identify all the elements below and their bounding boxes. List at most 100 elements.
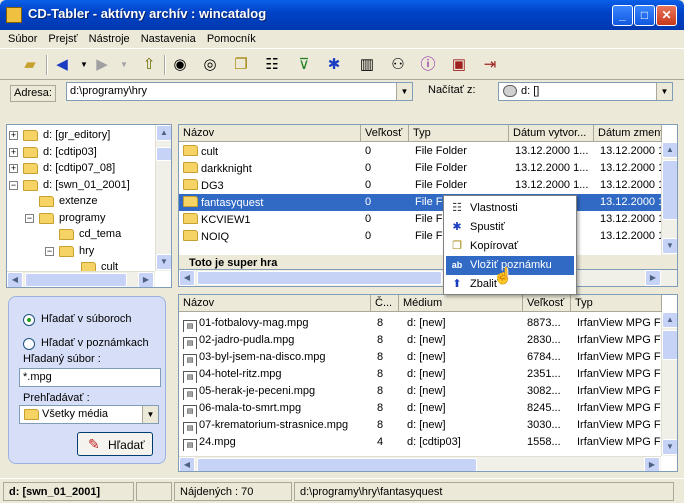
scroll-right-icon[interactable]: ▶ <box>645 270 661 286</box>
res-col-header-size[interactable]: Veľkosť <box>523 295 571 312</box>
properties-icon[interactable]: ☷ <box>260 53 284 77</box>
scroll-thumb[interactable] <box>197 458 477 471</box>
scroll-thumb[interactable] <box>197 271 442 285</box>
maximize-button[interactable]: □ <box>634 5 655 26</box>
collapse-icon[interactable]: − <box>45 246 54 256</box>
back-icon[interactable]: ◀ <box>50 53 74 77</box>
result-row[interactable]: ▤ 05-herak-je-peceni.mpg 8 d: [new] 3082... I… <box>179 383 661 400</box>
context-menu-item[interactable]: ❐ Kopírovať <box>446 237 574 256</box>
col-header-type[interactable]: Typ <box>409 125 509 142</box>
scroll-right-icon[interactable]: ▶ <box>138 272 154 287</box>
scroll-down-icon[interactable]: ▼ <box>156 254 171 270</box>
result-row[interactable]: ▤ 04-hotel-ritz.mpg 8 d: [new] 2351... IrfanV… <box>179 366 661 383</box>
collapse-icon[interactable]: − <box>25 213 34 223</box>
delete-icon[interactable]: ▥ <box>355 53 379 77</box>
folder-hscroll[interactable]: ◀ ▶ <box>178 270 678 287</box>
scroll-thumb[interactable] <box>25 273 127 287</box>
context-menu-item[interactable]: ✱ Spustiť <box>446 218 574 237</box>
scroll-thumb[interactable] <box>662 160 677 220</box>
scroll-thumb[interactable] <box>662 330 677 360</box>
folder-row[interactable]: cult 0 File Folder 13.12.2000 1... 13.12.200… <box>179 143 662 160</box>
exit-icon[interactable]: ⇥ <box>478 53 502 77</box>
address-combo[interactable]: d:\programy\hry ▼ <box>66 82 413 101</box>
radio-search-notes[interactable] <box>23 338 35 350</box>
radio-search-files[interactable] <box>23 314 35 326</box>
menu-subor[interactable]: Súbor <box>4 30 41 45</box>
tree-hscroll[interactable]: ◀ ▶ <box>7 271 155 287</box>
title-bar[interactable]: CD-Tabler - aktívny archív : wincatalog … <box>0 0 684 30</box>
result-row[interactable]: ▤ 01-fotbalovy-mag.mpg 8 d: [new] 8873... Irf… <box>179 315 661 332</box>
expand-icon[interactable]: + <box>9 131 18 140</box>
radio-search-files-label[interactable]: Hľadať v súboroch <box>41 313 132 325</box>
search-file-input[interactable]: *.mpg <box>19 368 161 387</box>
result-row[interactable]: ▤ 03-byl-jsem-na-disco.mpg 8 d: [new] 6784..… <box>179 349 661 366</box>
chevron-down-icon[interactable]: ▼ <box>656 83 672 100</box>
tree-item[interactable]: − d: [swn_01_2001] <box>7 177 155 194</box>
folder-row[interactable]: NOIQ0File Fo13.12.2000 1... <box>179 228 662 245</box>
tree-item[interactable]: cd_tema <box>7 226 155 243</box>
scroll-down-icon[interactable]: ▼ <box>662 439 677 455</box>
res-col-header-type[interactable]: Typ <box>571 295 662 312</box>
load-from-combo[interactable]: d: [] ▼ <box>498 82 673 101</box>
forward-dropdown-icon[interactable]: ▼ <box>112 53 136 77</box>
tree-item[interactable]: − hry <box>7 243 155 260</box>
col-header-created[interactable]: Dátum vytvor... <box>509 125 594 142</box>
browse-select[interactable]: Všetky média ▼ <box>19 405 159 424</box>
up-folder-icon[interactable]: ⇧ <box>137 53 161 77</box>
filter-icon[interactable]: ⊽ <box>292 53 316 77</box>
scroll-left-icon[interactable]: ◀ <box>179 270 195 286</box>
tree-item[interactable]: + d: [cdtip03] <box>7 144 155 161</box>
radio-search-notes-label[interactable]: Hľadať v poznámkach <box>41 337 149 349</box>
folder-tree[interactable]: + d: [gr_editory] + d: [cdtip03] + d: [cdtip0… <box>6 124 172 288</box>
book-icon[interactable]: ▣ <box>447 53 471 77</box>
folder-list[interactable]: Názov Veľkosť Typ Dátum vytvor... Dátum … <box>178 124 678 270</box>
res-col-header-medium[interactable]: Médium <box>399 295 523 312</box>
expand-icon[interactable]: + <box>9 164 18 173</box>
chevron-down-icon[interactable]: ▼ <box>142 406 158 423</box>
results-hscroll[interactable]: ◀ ▶ <box>179 456 661 471</box>
col-header-name[interactable]: Názov <box>179 125 361 142</box>
scroll-thumb[interactable] <box>156 147 171 161</box>
results-vscroll[interactable]: ▲ ▼ <box>661 312 677 456</box>
results-list[interactable]: Názov Č... Médium Veľkosť Typ ▤ 01-fotbal… <box>178 294 678 472</box>
result-row[interactable]: ▤ 07-krematorium-strasnice.mpg 8 d: [new] 30… <box>179 417 661 434</box>
col-header-size[interactable]: Veľkosť <box>361 125 409 142</box>
scroll-left-icon[interactable]: ◀ <box>7 272 23 287</box>
result-row[interactable]: ▤ 02-jadro-pudla.mpg 8 d: [new] 2830... Irfan… <box>179 332 661 349</box>
tree-vscroll[interactable]: ▲ ▼ <box>155 125 171 271</box>
network-icon[interactable]: ⚇ <box>386 53 410 77</box>
tree-item[interactable]: + d: [gr_editory] <box>7 127 155 144</box>
folder-vscroll[interactable]: ▲ ▼ <box>661 142 677 255</box>
menu-nastavenia[interactable]: Nastavenia <box>137 30 200 45</box>
res-col-header-number[interactable]: Č... <box>371 295 399 312</box>
chevron-down-icon[interactable]: ▼ <box>396 83 412 100</box>
result-row[interactable]: ▤ 06-mala-to-smrt.mpg 8 d: [new] 8245... Irfa… <box>179 400 661 417</box>
folder-row[interactable]: darkknight 0 File Folder 13.12.2000 1... 13.… <box>179 160 662 177</box>
copy-icon[interactable]: ❐ <box>229 53 253 77</box>
scroll-right-icon[interactable]: ▶ <box>644 457 660 471</box>
tree-item[interactable]: − programy <box>7 210 155 227</box>
menu-nastroje[interactable]: Nástroje <box>85 30 134 45</box>
collapse-icon[interactable]: − <box>9 180 18 190</box>
minimize-button[interactable]: _ <box>612 5 633 26</box>
binoculars-icon[interactable]: ◉ <box>168 53 192 77</box>
close-button[interactable]: ✕ <box>656 5 677 26</box>
run-icon[interactable]: ✱ <box>322 53 346 77</box>
tree-item[interactable]: extenze <box>7 193 155 210</box>
folder-row[interactable]: DG3 0 File Folder 13.12.2000 1... 13.12.2000… <box>179 177 662 194</box>
col-header-modified[interactable]: Dátum zmeny <box>594 125 662 142</box>
forward-icon[interactable]: ▶ <box>90 53 114 77</box>
binoculars-multi-icon[interactable]: ◎ <box>198 53 222 77</box>
scroll-down-icon[interactable]: ▼ <box>662 238 677 254</box>
scroll-up-icon[interactable]: ▲ <box>662 312 677 328</box>
context-menu-item[interactable]: ☷ Vlastnosti <box>446 199 574 218</box>
menu-pomocnik[interactable]: Pomocník <box>203 30 260 45</box>
res-col-header-name[interactable]: Názov <box>179 295 371 312</box>
result-row[interactable]: ▤ 24.mpg 4 d: [cdtip03] 1558... IrfanView MPG… <box>179 434 661 451</box>
open-folder-icon[interactable]: ▰ <box>18 53 42 77</box>
folder-row[interactable]: KCVIEW10File Fo13.12.2000 1... <box>179 211 662 228</box>
info-icon[interactable]: ⓘ <box>416 53 440 77</box>
scroll-left-icon[interactable]: ◀ <box>179 457 195 471</box>
tree-item[interactable]: + d: [cdtip07_08] <box>7 160 155 177</box>
scroll-up-icon[interactable]: ▲ <box>156 125 171 141</box>
